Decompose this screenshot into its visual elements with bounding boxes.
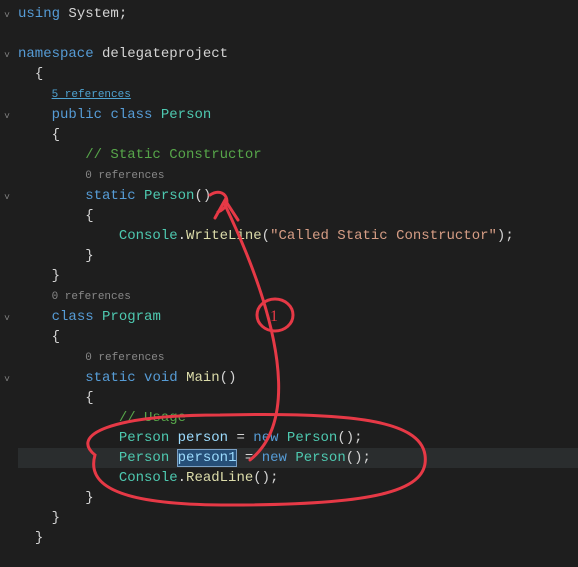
code-line: }: [18, 246, 578, 266]
code-line: // Usage: [18, 408, 578, 428]
code-line: ˅ static void Main(): [18, 368, 578, 388]
code-line: }: [18, 508, 578, 528]
code-line: {: [18, 125, 578, 145]
code-editor[interactable]: ˅using System; ˅namespace delegateprojec…: [0, 0, 578, 552]
code-line: Person person = new Person();: [18, 428, 578, 448]
code-line: ˅using System;: [18, 4, 578, 24]
codelens-text[interactable]: 0 references: [85, 352, 164, 364]
code-line: ˅ static Person(): [18, 186, 578, 206]
codelens: 5 references: [18, 84, 578, 105]
codelens: 0 references: [18, 165, 578, 186]
code-line: {: [18, 327, 578, 347]
code-line: }: [18, 266, 578, 286]
code-line: ˅namespace delegateproject: [18, 44, 578, 64]
codelens: 0 references: [18, 286, 578, 307]
code-line: {: [18, 64, 578, 84]
codelens-link[interactable]: 5 references: [52, 89, 131, 101]
code-line: }: [18, 528, 578, 548]
codelens: 0 references: [18, 347, 578, 368]
code-line: [18, 24, 578, 44]
code-line: }: [18, 488, 578, 508]
fold-glyph-icon[interactable]: ˅: [4, 189, 10, 209]
code-line: {: [18, 388, 578, 408]
codelens-text[interactable]: 0 references: [85, 170, 164, 182]
fold-glyph-icon[interactable]: ˅: [4, 7, 10, 27]
fold-glyph-icon[interactable]: ˅: [4, 47, 10, 67]
code-line: ˅ class Program: [18, 307, 578, 327]
code-line: Console.ReadLine();: [18, 468, 578, 488]
fold-glyph-icon[interactable]: ˅: [4, 371, 10, 391]
code-line: // Static Constructor: [18, 145, 578, 165]
fold-glyph-icon[interactable]: ˅: [4, 310, 10, 330]
selected-identifier: person1: [178, 450, 237, 466]
code-line: {: [18, 206, 578, 226]
code-line: ˅ public class Person: [18, 105, 578, 125]
fold-glyph-icon[interactable]: ˅: [4, 108, 10, 128]
code-line: Console.WriteLine("Called Static Constru…: [18, 226, 578, 246]
code-line-current: Person person1 = new Person();: [18, 448, 578, 468]
codelens-text[interactable]: 0 references: [52, 291, 131, 303]
